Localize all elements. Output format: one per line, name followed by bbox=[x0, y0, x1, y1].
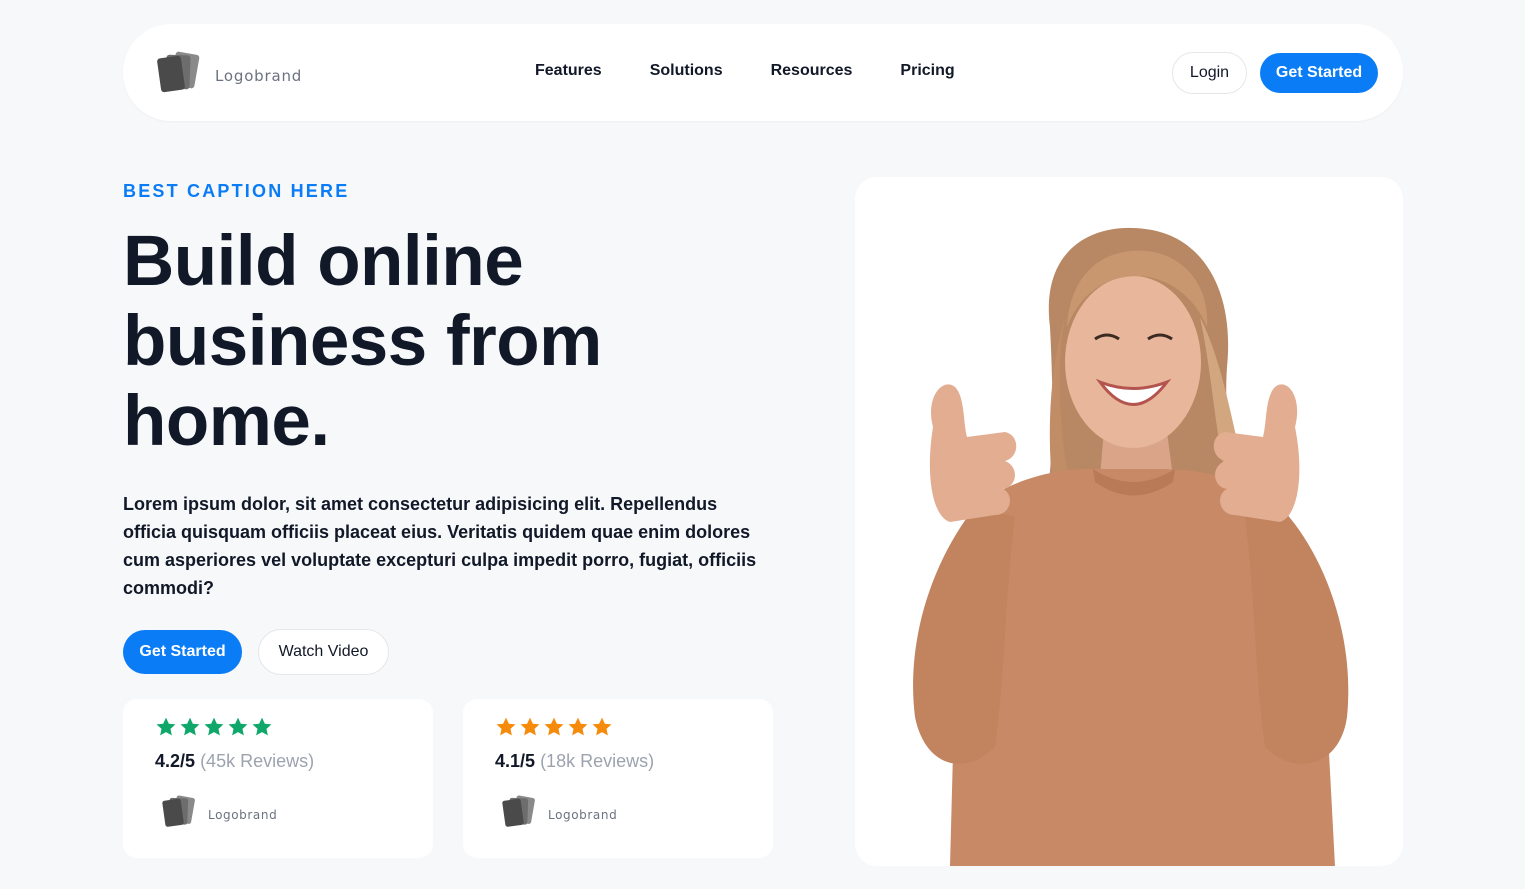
rating-score: 4.1/5 bbox=[495, 751, 536, 771]
rating-summary: 4.1/5 (18k Reviews) bbox=[495, 751, 654, 772]
nav-link-pricing[interactable]: Pricing bbox=[900, 62, 954, 80]
star-rating bbox=[155, 716, 275, 738]
review-card: 4.1/5 (18k Reviews) Logobrand bbox=[463, 699, 773, 858]
star-icon bbox=[544, 717, 564, 736]
star-icon bbox=[592, 717, 612, 736]
hero-description: Lorem ipsum dolor, sit amet consectetur … bbox=[123, 494, 757, 598]
brand-logo[interactable]: Logobrand bbox=[157, 51, 302, 100]
review-card: 4.2/5 (45k Reviews) Logobrand bbox=[123, 699, 433, 858]
hero-image-card bbox=[855, 177, 1403, 866]
hero-caption: BEST CAPTION HERE bbox=[123, 181, 350, 201]
nav-link-resources[interactable]: Resources bbox=[771, 62, 853, 80]
logo-icon bbox=[502, 795, 538, 834]
star-icon bbox=[180, 717, 200, 736]
top-navbar: Logobrand Features Solutions Resources P… bbox=[123, 24, 1403, 121]
star-icon bbox=[520, 717, 540, 736]
star-icon bbox=[568, 717, 588, 736]
star-rating bbox=[495, 716, 615, 738]
star-icon bbox=[156, 717, 176, 736]
review-brand-name: Logobrand bbox=[548, 807, 618, 822]
nav-link-features[interactable]: Features bbox=[535, 62, 602, 80]
logo-icon bbox=[162, 795, 198, 834]
rating-summary: 4.2/5 (45k Reviews) bbox=[155, 751, 314, 772]
review-brand-logo: Logobrand bbox=[502, 795, 617, 834]
star-icon bbox=[228, 717, 248, 736]
star-icon bbox=[204, 717, 224, 736]
nav-get-started-button[interactable]: Get Started bbox=[1260, 53, 1378, 93]
hero-person-image bbox=[913, 227, 1349, 866]
star-icon bbox=[496, 717, 516, 736]
hero-get-started-button[interactable]: Get Started bbox=[123, 630, 242, 674]
login-button[interactable]: Login bbox=[1172, 52, 1247, 94]
brand-name: Logobrand bbox=[215, 66, 303, 85]
main-nav: Features Solutions Resources Pricing bbox=[535, 62, 955, 80]
rating-score: 4.2/5 bbox=[155, 751, 196, 771]
hero-headline: Build online business from home. bbox=[123, 222, 602, 461]
nav-link-solutions[interactable]: Solutions bbox=[650, 62, 723, 80]
review-brand-logo: Logobrand bbox=[162, 795, 277, 834]
logo-icon bbox=[157, 51, 203, 100]
review-count: (45k Reviews) bbox=[200, 751, 315, 771]
review-brand-name: Logobrand bbox=[208, 807, 278, 822]
review-count: (18k Reviews) bbox=[540, 751, 655, 771]
watch-video-button[interactable]: Watch Video bbox=[258, 629, 389, 675]
star-icon bbox=[252, 717, 272, 736]
